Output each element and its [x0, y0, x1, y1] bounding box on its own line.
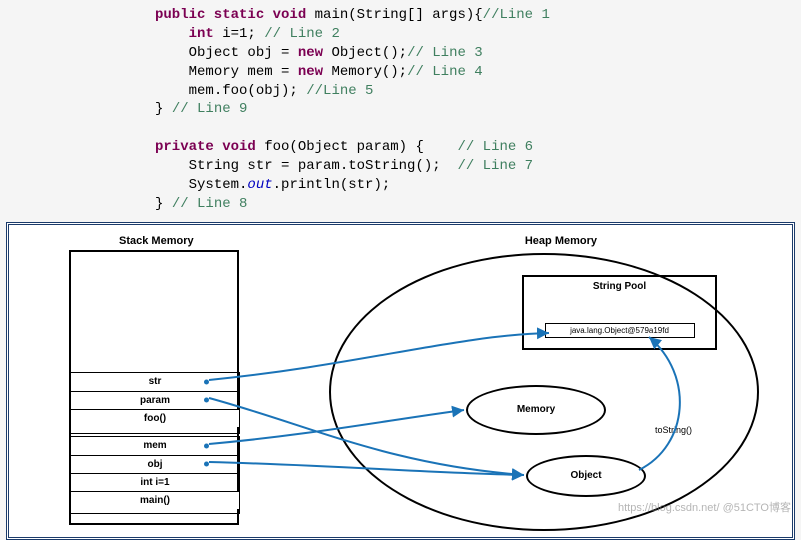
main-sig: main(String[] args){	[306, 7, 482, 23]
cmt-l6: // Line 6	[457, 139, 533, 155]
pointer-dot-icon	[204, 379, 209, 384]
memory-diagram: Stack Memory Heap Memory str param foo()…	[6, 222, 795, 540]
stack-memory-label: Stack Memory	[119, 235, 194, 247]
tostring-label: toString()	[655, 425, 692, 435]
cmt-l3: // Line 3	[407, 45, 483, 61]
pointer-dot-icon	[204, 398, 209, 403]
kw-new-2: new	[298, 64, 323, 80]
frame-name-foo: foo()	[71, 409, 239, 427]
kw-private-void: private void	[155, 139, 256, 155]
l3a: Object obj =	[189, 45, 298, 61]
row-label: mem	[143, 440, 166, 451]
stack-row-i: int i=1	[71, 473, 239, 491]
stack-row-obj: obj	[71, 455, 239, 473]
heap-object-memory: Memory	[466, 385, 606, 435]
cmt-l5: //Line 5	[306, 83, 373, 99]
heap-memory-label: Heap Memory	[525, 235, 597, 247]
row-label: obj	[148, 459, 163, 470]
kw-public-static-void: public static void	[155, 7, 306, 23]
cmt-l2: // Line 2	[264, 26, 340, 42]
l2-text: i=1;	[214, 26, 264, 42]
print-b: .println(str);	[273, 177, 391, 193]
row-label: param	[140, 395, 170, 406]
string-pool-box: String Pool java.lang.Object@579a19fd	[522, 275, 717, 350]
row-label: str	[149, 376, 162, 387]
row-label: int i=1	[140, 477, 169, 488]
l8a: }	[155, 196, 172, 212]
l3b: Object();	[323, 45, 407, 61]
pointer-dot-icon	[204, 462, 209, 467]
stack-box: str param foo() mem obj int i=1 main()	[69, 250, 239, 525]
frame-name-main: main()	[71, 491, 239, 509]
cmt-l9: // Line 9	[172, 101, 248, 117]
stack-frame-foo: str param foo()	[70, 372, 240, 434]
heap-object-object: Object	[526, 455, 646, 497]
cmt-l8: // Line 8	[172, 196, 248, 212]
kw-int: int	[189, 26, 214, 42]
l9a: }	[155, 101, 172, 117]
print-a: System.	[189, 177, 248, 193]
stack-frame-main: mem obj int i=1 main()	[70, 436, 240, 514]
l4b: Memory();	[323, 64, 407, 80]
stack-row-str: str	[71, 373, 239, 391]
watermark: https://blog.csdn.net/ @51CTO博客	[618, 499, 791, 515]
l4a: Memory mem =	[189, 64, 298, 80]
cmt-l4: // Line 4	[407, 64, 483, 80]
stack-row-param: param	[71, 391, 239, 409]
code-block: public static void main(String[] args){/…	[0, 0, 801, 222]
heap-ellipse: String Pool java.lang.Object@579a19fd Me…	[329, 253, 759, 531]
kw-new-1: new	[298, 45, 323, 61]
string-pool-entry: java.lang.Object@579a19fd	[545, 323, 695, 338]
cmt-l7: // Line 7	[457, 158, 533, 174]
string-pool-label: String Pool	[524, 281, 715, 292]
l7a: String str = param.toString();	[189, 158, 458, 174]
cmt-l1: //Line 1	[483, 7, 550, 23]
foo-sig: foo(Object param) {	[256, 139, 458, 155]
pointer-dot-icon	[204, 443, 209, 448]
l5a: mem.foo(obj);	[189, 83, 307, 99]
print-out: out	[247, 177, 272, 193]
stack-row-mem: mem	[71, 437, 239, 455]
